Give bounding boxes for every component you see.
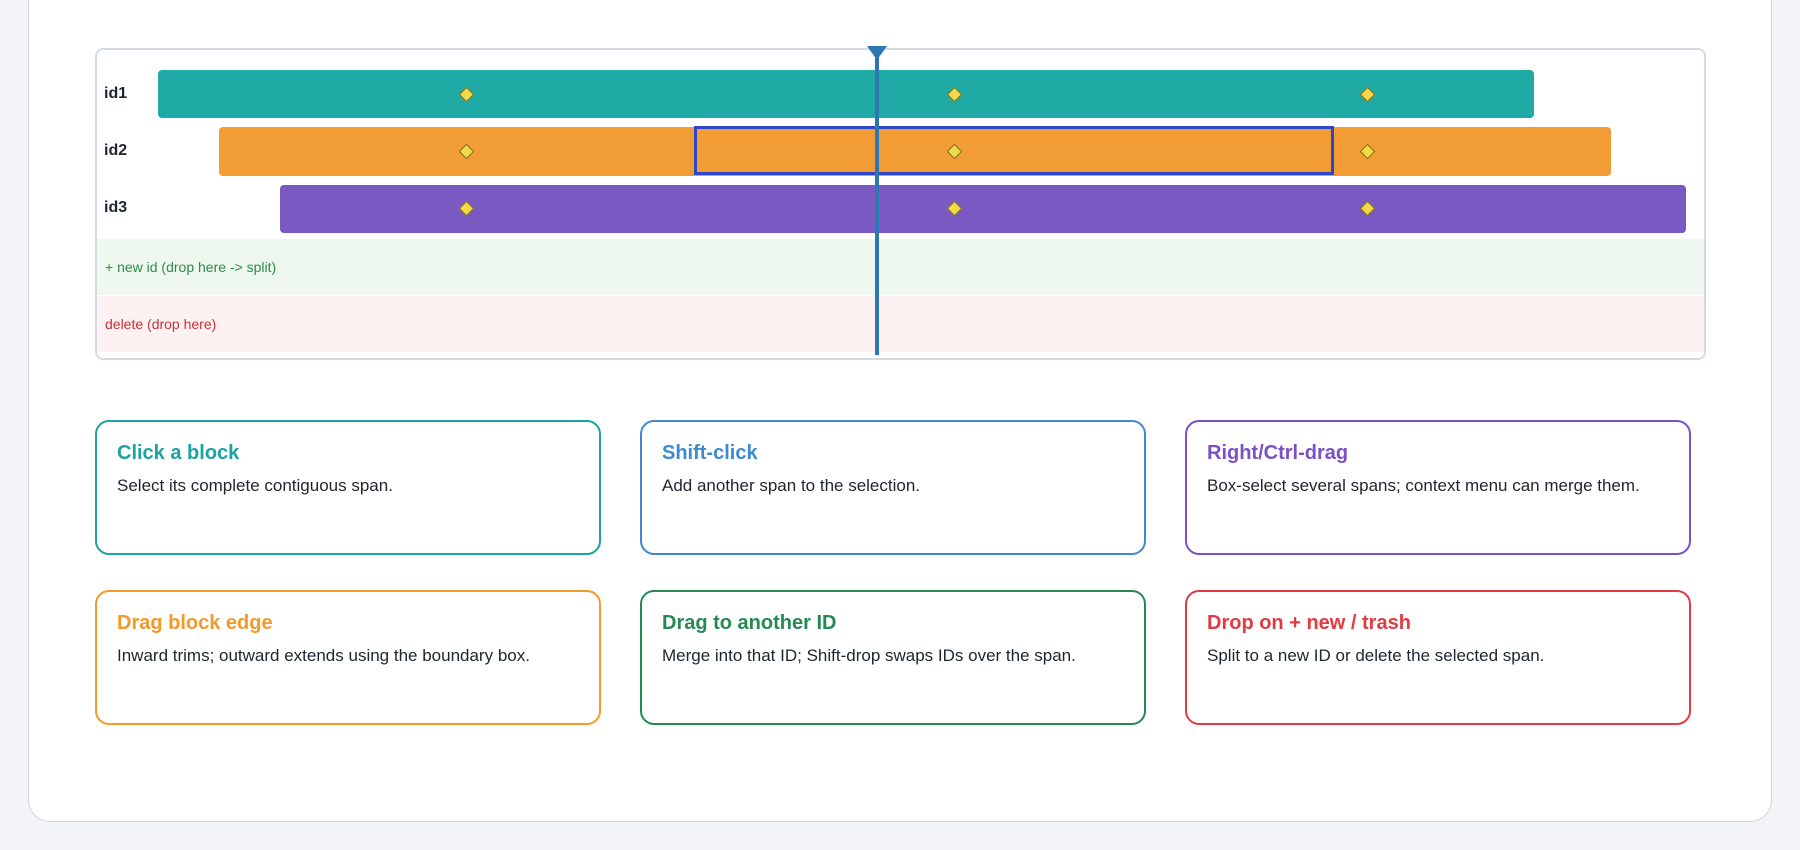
tip-card-drop-new-trash: Drop on + new / trash Split to a new ID … — [1185, 590, 1691, 725]
track-block-id1[interactable] — [158, 70, 1534, 118]
tip-text: Box-select several spans; context menu c… — [1207, 476, 1640, 495]
tip-text: Add another span to the selection. — [662, 476, 921, 495]
row-label-id2: id2 — [104, 142, 128, 159]
tip-card-drag-to-id: Drag to another ID Merge into that ID; S… — [640, 590, 1146, 725]
tip-text: Merge into that ID; Shift-drop swaps IDs… — [662, 646, 1076, 665]
tip-card-drag-edge: Drag block edge Inward trims; outward ex… — [95, 590, 601, 725]
tip-title: Click a block — [117, 442, 240, 464]
tip-title: Right/Ctrl-drag — [1207, 442, 1349, 464]
tip-title: Shift-click — [662, 442, 758, 464]
timeline-panel[interactable]: id1 id2 id3 + new id (drop here -> split… — [95, 46, 1706, 360]
tip-title: Drop on + new / trash — [1207, 612, 1411, 634]
tip-text: Inward trims; outward extends using the … — [117, 646, 530, 665]
tip-text: Split to a new ID or delete the selected… — [1207, 646, 1545, 665]
track-block-id3[interactable] — [280, 185, 1686, 233]
new-id-drop-zone[interactable]: + new id (drop here -> split) — [97, 239, 1704, 295]
row-label-id3: id3 — [104, 199, 128, 216]
tip-card-click-block: Click a block Select its complete contig… — [95, 420, 601, 555]
tip-card-shift-click: Shift-click Add another span to the sele… — [640, 420, 1146, 555]
row-label-id1: id1 — [104, 85, 128, 102]
tip-title: Drag to another ID — [662, 612, 837, 634]
selection-box[interactable] — [694, 126, 1334, 175]
delete-drop-zone[interactable]: delete (drop here) — [97, 296, 1704, 352]
playhead-line[interactable] — [875, 50, 879, 355]
tip-title: Drag block edge — [117, 612, 273, 634]
tip-text: Select its complete contiguous span. — [117, 476, 393, 495]
tip-card-box-select: Right/Ctrl-drag Box-select several spans… — [1185, 420, 1691, 555]
